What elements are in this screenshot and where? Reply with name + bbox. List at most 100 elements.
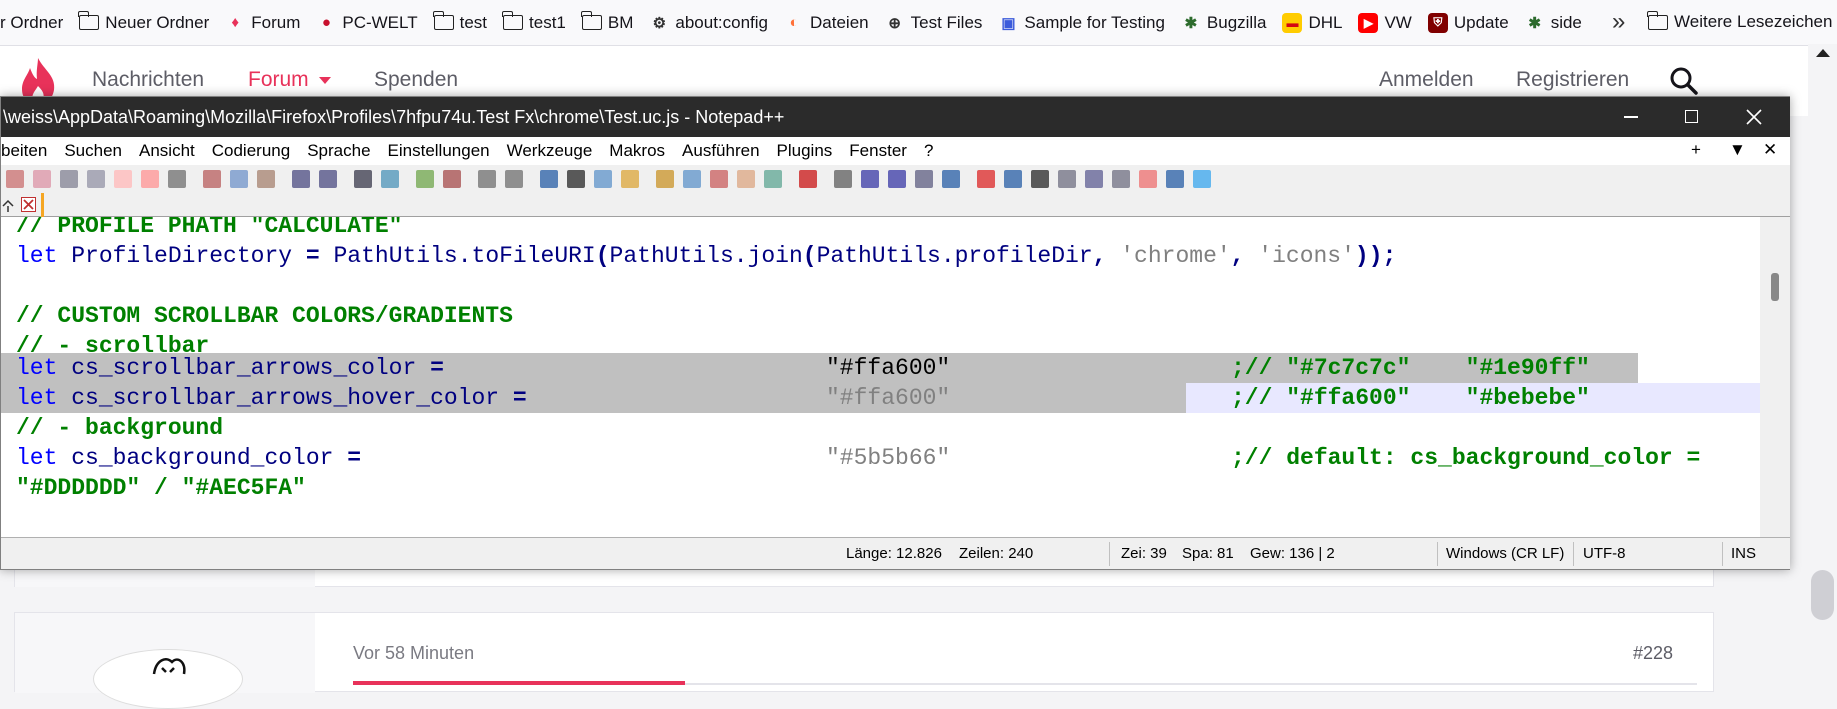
bookmark-forum[interactable]: ♦ Forum [225, 13, 300, 33]
d-icon[interactable] [1031, 170, 1049, 188]
new-tab-button[interactable]: + [1691, 140, 1701, 160]
bookmark-test[interactable]: test [432, 11, 487, 33]
menu-ansicht[interactable]: Ansicht [139, 141, 195, 161]
json-icon[interactable] [1193, 170, 1211, 188]
status-insert-mode[interactable]: INS [1731, 538, 1756, 570]
bookmark-update[interactable]: ⛨ Update [1427, 12, 1509, 33]
folder-as-ws-icon[interactable] [737, 170, 755, 188]
bookmark-test1[interactable]: test1 [502, 11, 566, 33]
doc-map-icon[interactable] [656, 170, 674, 188]
menu-help[interactable]: ? [924, 141, 933, 161]
undo-icon[interactable] [292, 170, 310, 188]
menu-sprache[interactable]: Sprache [307, 141, 370, 161]
nav-forum-caret-icon[interactable] [318, 76, 332, 85]
redo-icon[interactable] [319, 170, 337, 188]
avatar[interactable] [93, 649, 243, 709]
bookmark-sample-for-testing[interactable]: ▣ Sample for Testing [998, 13, 1165, 33]
menu-fenster[interactable]: Fenster [849, 141, 907, 161]
a-icon[interactable] [942, 170, 960, 188]
menu-makros[interactable]: Makros [609, 141, 665, 161]
status-encoding[interactable]: UTF-8 [1583, 538, 1626, 570]
editor-scrollbar[interactable] [1760, 217, 1790, 537]
print-icon[interactable] [168, 170, 186, 188]
c-icon[interactable] [1004, 170, 1022, 188]
monitor-icon[interactable] [764, 170, 782, 188]
sync-v-icon[interactable] [478, 170, 496, 188]
word-wrap-icon[interactable] [540, 170, 558, 188]
bookmark-side[interactable]: ✱ side [1525, 13, 1581, 33]
bookmark-bugzilla[interactable]: ✱ Bugzilla [1181, 13, 1267, 33]
g-icon[interactable] [1112, 170, 1130, 188]
close-window-button[interactable] [1746, 109, 1762, 125]
close-tab-button[interactable]: ✕ [1763, 140, 1777, 160]
replace-icon[interactable] [381, 170, 399, 188]
status-eol[interactable]: Windows (CR LF) [1446, 538, 1564, 570]
bookmark-pc-welt[interactable]: ● PC-WELT [316, 13, 418, 33]
more-bookmarks-chevron-icon[interactable]: » [1612, 8, 1625, 36]
menu-codierung[interactable]: Codierung [212, 141, 290, 161]
close-document-icon[interactable] [21, 197, 36, 212]
status-length: Länge: 12.826 [846, 545, 942, 562]
window-title-bar[interactable]: \weiss\AppData\Roaming\Mozilla\Firefox\P… [1, 97, 1790, 137]
save-macro-icon[interactable] [915, 170, 933, 188]
bookmark-r-ordner[interactable]: r Ordner [0, 13, 63, 33]
save-icon[interactable] [60, 170, 78, 188]
open-icon[interactable] [33, 170, 51, 188]
menu-bearbeiten[interactable]: beiten [1, 141, 47, 161]
zoom-out-icon[interactable] [443, 170, 461, 188]
new-icon[interactable] [6, 170, 24, 188]
nav-forum[interactable]: Forum [248, 68, 309, 92]
tab-list-button[interactable]: ▼ [1729, 140, 1746, 160]
menu-einstellungen[interactable]: Einstellungen [388, 141, 490, 161]
menu-werkzeuge[interactable]: Werkzeuge [507, 141, 593, 161]
nav-spenden[interactable]: Spenden [374, 68, 458, 92]
cut-icon[interactable] [203, 170, 221, 188]
pin-icon[interactable] [1, 197, 15, 213]
bookmark-dateien[interactable]: ◐ Dateien [784, 13, 868, 33]
udl-icon[interactable] [621, 170, 639, 188]
code-editor[interactable]: // PROFILE PHATH "CALCULATE" let Profile… [1, 217, 1790, 537]
bookmark-vw[interactable]: ▶ VW [1358, 12, 1412, 33]
menu-ausfuehren[interactable]: Ausführen [682, 141, 760, 161]
zoom-in-icon[interactable] [416, 170, 434, 188]
bookmark-dhl[interactable]: ▬ DHL [1282, 12, 1342, 33]
login-link[interactable]: Anmelden [1379, 68, 1474, 92]
bookmark-bm[interactable]: BM [580, 11, 633, 33]
record-icon[interactable] [799, 170, 817, 188]
scroll-up-arrow-icon[interactable] [1815, 48, 1831, 58]
function-list-icon[interactable] [710, 170, 728, 188]
i-icon[interactable] [1166, 170, 1184, 188]
play-icon[interactable] [861, 170, 879, 188]
bookmark-about-config[interactable]: ⚙ about:config [649, 13, 768, 33]
copy-icon[interactable] [230, 170, 248, 188]
page-scrollbar[interactable] [1808, 44, 1837, 686]
save-all-icon[interactable] [87, 170, 105, 188]
minimize-button[interactable] [1624, 116, 1638, 118]
other-bookmarks-folder[interactable]: Weitere Lesezeichen [1647, 10, 1832, 32]
all-chars-icon[interactable] [567, 170, 585, 188]
b-icon[interactable] [977, 170, 995, 188]
page-scrollbar-thumb[interactable] [1811, 570, 1834, 620]
e-icon[interactable] [1058, 170, 1076, 188]
maximize-button[interactable] [1685, 110, 1698, 123]
indent-guide-icon[interactable] [594, 170, 612, 188]
h-icon[interactable] [1139, 170, 1157, 188]
find-icon[interactable] [354, 170, 372, 188]
register-link[interactable]: Registrieren [1516, 68, 1629, 92]
menu-suchen[interactable]: Suchen [64, 141, 122, 161]
stop-icon[interactable] [834, 170, 852, 188]
doc-list-icon[interactable] [683, 170, 701, 188]
close-icon[interactable] [114, 170, 132, 188]
sync-h-icon[interactable] [505, 170, 523, 188]
bookmark-neuer-ordner[interactable]: Neuer Ordner [78, 11, 209, 33]
paste-icon[interactable] [257, 170, 275, 188]
f-icon[interactable] [1085, 170, 1103, 188]
search-icon[interactable] [1669, 66, 1699, 96]
editor-scrollbar-thumb[interactable] [1771, 273, 1779, 301]
menu-plugins[interactable]: Plugins [777, 141, 833, 161]
post-number[interactable]: #228 [1633, 643, 1673, 664]
play-multi-icon[interactable] [888, 170, 906, 188]
nav-nachrichten[interactable]: Nachrichten [92, 68, 204, 92]
bookmark-test-files[interactable]: ⊕ Test Files [885, 13, 982, 33]
close-all-icon[interactable] [141, 170, 159, 188]
